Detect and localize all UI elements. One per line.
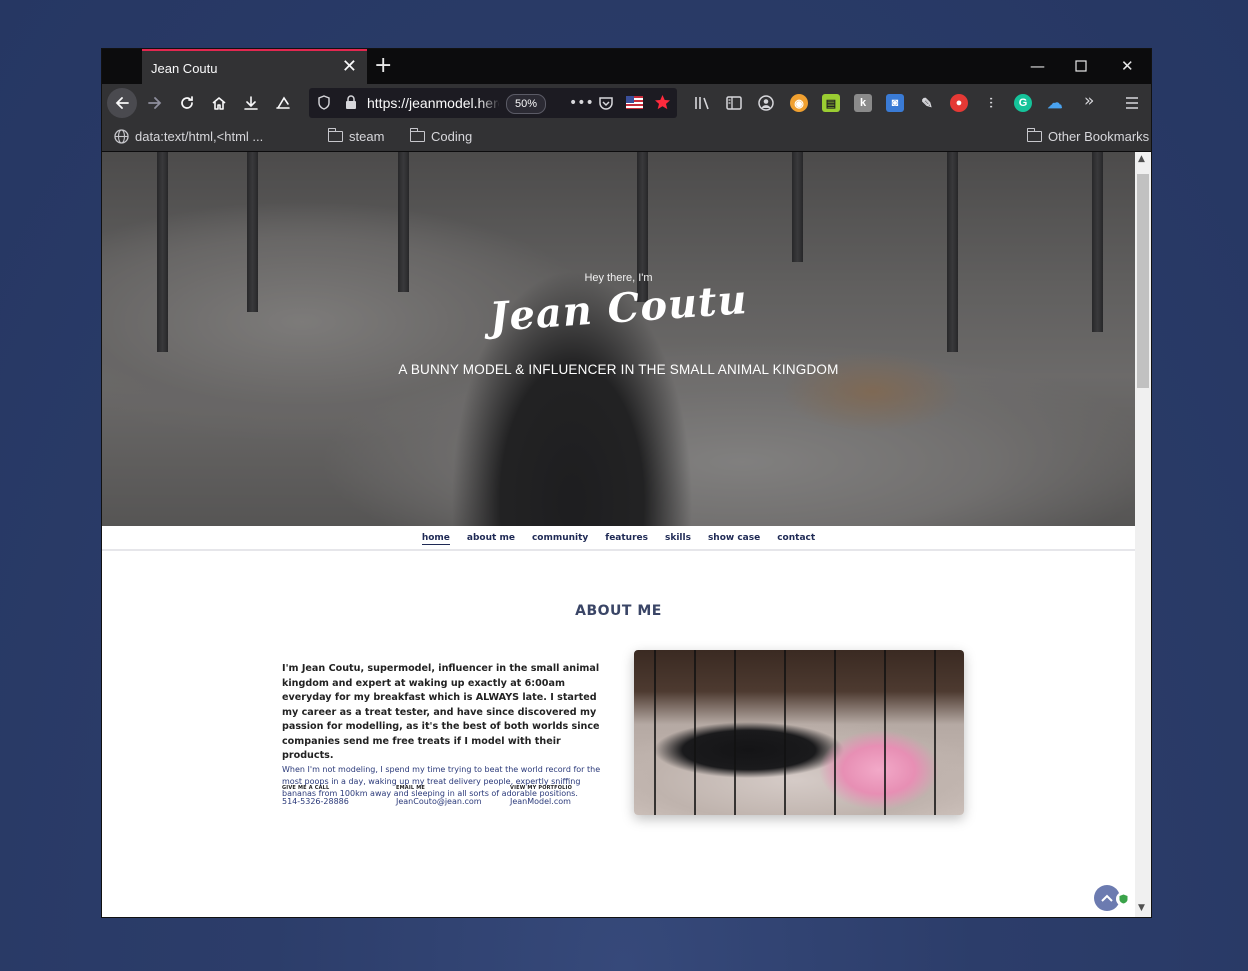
chevron-up-icon xyxy=(1101,894,1113,902)
bookmark-folder-other[interactable]: Other Bookmarks xyxy=(1026,128,1150,144)
about-text: I'm Jean Coutu, supermodel, influencer i… xyxy=(282,662,612,800)
bookmark-steam-label: steam xyxy=(349,129,385,144)
scroll-down-arrow-icon[interactable]: ▼ xyxy=(1138,903,1145,913)
sidebar-icon[interactable] xyxy=(726,95,742,111)
downloads-button[interactable] xyxy=(238,90,264,116)
pocket-icon[interactable] xyxy=(598,95,614,111)
url-bar[interactable]: https://jeanmodel.herokuapp.com 50% ••• xyxy=(309,88,677,118)
maximize-icon[interactable] xyxy=(1075,58,1087,76)
new-tab-icon[interactable]: + xyxy=(374,53,392,79)
zoom-level-button[interactable]: 50% xyxy=(506,94,547,114)
nav-link-home[interactable]: home xyxy=(421,526,450,549)
home-button[interactable] xyxy=(206,90,232,116)
contact-email-value[interactable]: JeanCouto@jean.com xyxy=(396,797,482,806)
nav-link-skills[interactable]: skills xyxy=(665,526,691,549)
page-actions-icon[interactable]: ••• xyxy=(569,94,594,112)
extension-tally-icon[interactable]: ⫶ xyxy=(982,94,1000,112)
contact-portfolio-value[interactable]: JeanModel.com xyxy=(510,797,572,806)
extension-owl-icon[interactable]: ◉ xyxy=(790,94,808,112)
nav-link-features[interactable]: features xyxy=(605,526,648,549)
bookmark-star-icon[interactable] xyxy=(654,94,671,111)
sync-icon xyxy=(276,96,290,109)
nav-link-community[interactable]: community xyxy=(532,526,588,549)
hero-tagline: A BUNNY MODEL & INFLUENCER IN THE SMALL … xyxy=(398,362,839,377)
extension-camera-icon[interactable]: ◙ xyxy=(886,94,904,112)
site-navigation: home about me community features skills … xyxy=(102,526,1135,551)
home-icon xyxy=(212,97,226,110)
nav-link-show-case[interactable]: show case xyxy=(708,526,760,549)
extension-k-icon[interactable]: k xyxy=(854,94,872,112)
customize-button[interactable] xyxy=(270,90,296,116)
about-title: ABOUT ME xyxy=(575,603,662,619)
contact-portfolio-label: VIEW MY PORTFOLIO xyxy=(510,785,573,791)
bookmark-folder-coding[interactable]: Coding xyxy=(409,128,473,144)
navigation-toolbar: https://jeanmodel.herokuapp.com 50% ••• … xyxy=(102,84,1151,122)
nav-link-about-me[interactable]: about me xyxy=(467,526,515,549)
account-icon[interactable] xyxy=(758,95,774,111)
extension-wrench-icon[interactable]: ✎ xyxy=(918,94,936,112)
security-badge-icon xyxy=(1116,892,1130,906)
download-icon xyxy=(244,96,258,110)
tracking-shield-icon[interactable] xyxy=(317,95,331,111)
overflow-menu-icon[interactable]: » xyxy=(1084,92,1094,110)
globe-icon xyxy=(114,129,129,144)
bookmark-coding-label: Coding xyxy=(431,129,473,144)
hamburger-menu-icon[interactable] xyxy=(1125,96,1139,110)
page-scrollbar[interactable]: ▲ ▼ xyxy=(1135,152,1151,917)
contact-phone: GIVE ME A CALL 514-5326-28886 xyxy=(282,785,349,806)
contact-email: EMAIL ME JeanCouto@jean.com xyxy=(396,785,482,806)
tab-strip: Jean Coutu ✕ + — ✕ xyxy=(102,49,1151,84)
hero-section: Hey there, I'm Jean Coutu A BUNNY MODEL … xyxy=(102,152,1135,526)
folder-icon xyxy=(409,128,425,142)
extension-chat-icon[interactable]: ▤ xyxy=(822,94,840,112)
folder-icon xyxy=(327,128,343,142)
contact-portfolio: VIEW MY PORTFOLIO JeanModel.com xyxy=(510,785,572,806)
contact-phone-value[interactable]: 514-5326-28886 xyxy=(282,797,349,806)
us-flag-icon[interactable] xyxy=(626,96,643,109)
bookmark-data-label: data:text/html,<html ... xyxy=(135,129,264,144)
library-icon[interactable] xyxy=(694,95,712,111)
bookmark-other-label: Other Bookmarks xyxy=(1048,129,1150,144)
reload-icon xyxy=(181,96,193,109)
nav-link-contact[interactable]: contact xyxy=(777,526,815,549)
bookmark-folder-steam[interactable]: steam xyxy=(327,128,385,144)
lock-icon[interactable] xyxy=(345,95,357,110)
extension-cloud-icon[interactable]: ☁ xyxy=(1046,94,1064,112)
page-viewport: Hey there, I'm Jean Coutu A BUNNY MODEL … xyxy=(102,152,1135,917)
back-arrow-icon xyxy=(115,97,129,109)
close-tab-icon[interactable]: ✕ xyxy=(342,57,357,77)
bio-main: I'm Jean Coutu, supermodel, influencer i… xyxy=(282,663,600,761)
bookmarks-toolbar: data:text/html,<html ... steam Coding Ot… xyxy=(102,122,1151,152)
bunny-photo xyxy=(634,650,964,815)
contact-phone-label: GIVE ME A CALL xyxy=(282,785,330,791)
url-fade xyxy=(479,92,501,114)
close-window-icon[interactable]: ✕ xyxy=(1121,57,1134,75)
contact-info: GIVE ME A CALL 514-5326-28886 EMAIL ME J… xyxy=(282,785,612,809)
minimize-icon[interactable]: — xyxy=(1030,57,1045,75)
contact-email-label: EMAIL ME xyxy=(396,785,426,791)
back-button[interactable] xyxy=(107,88,137,118)
forward-button[interactable] xyxy=(142,90,168,116)
forward-arrow-icon xyxy=(148,97,162,109)
extension-tomato-icon[interactable]: ● xyxy=(950,94,968,112)
tab-active[interactable]: Jean Coutu ✕ xyxy=(142,49,367,84)
tab-title: Jean Coutu xyxy=(151,61,218,76)
scrollbar-thumb[interactable] xyxy=(1137,174,1149,388)
browser-window: Jean Coutu ✕ + — ✕ https://jeanmodel.h 5… xyxy=(102,49,1151,917)
reload-button[interactable] xyxy=(174,90,200,116)
bookmark-data-html[interactable]: data:text/html,<html ... xyxy=(114,129,263,144)
scroll-up-arrow-icon[interactable]: ▲ xyxy=(1138,154,1145,164)
folder-icon xyxy=(1026,128,1042,142)
grammarly-icon[interactable]: G xyxy=(1014,94,1032,112)
